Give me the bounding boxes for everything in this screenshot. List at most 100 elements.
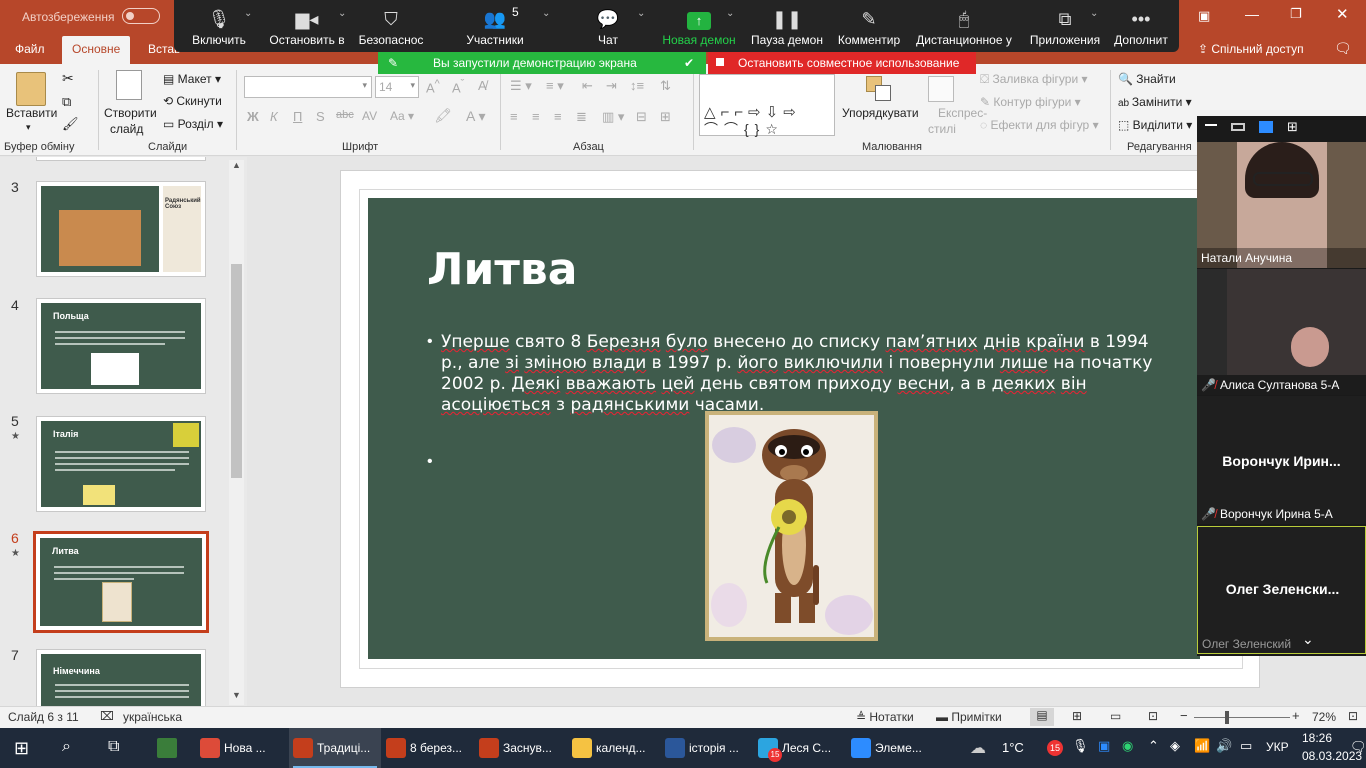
zoom-level[interactable]: 72% xyxy=(1312,710,1336,724)
grow-font-icon[interactable]: A^ xyxy=(426,78,440,95)
zoom-tray-icon[interactable]: ▣ xyxy=(1098,738,1110,754)
new-slide-button[interactable]: Створити xyxy=(104,106,157,120)
slide-sorter-icon[interactable]: ⊞ xyxy=(1072,709,1082,723)
line-spacing-icon[interactable]: ↕≡ xyxy=(630,78,644,93)
columns-icon[interactable]: ▥ ▾ xyxy=(602,109,624,125)
weather-temperature[interactable]: 1°C xyxy=(1002,740,1024,755)
arrange-button[interactable]: Упорядкувати xyxy=(842,106,919,120)
participants-button[interactable]: 👥 5 ⌄ Участники xyxy=(450,0,550,52)
layout-button[interactable]: ▤ Макет ▾ xyxy=(163,72,221,86)
minimize-icon[interactable] xyxy=(1205,124,1217,126)
clock-time[interactable]: 18:26 xyxy=(1302,731,1332,745)
copy-icon[interactable]: ⧉ xyxy=(62,94,71,110)
shape-outline-button[interactable]: ✎ Контур фігури ▾ xyxy=(980,95,1081,109)
underline-button[interactable]: П xyxy=(293,109,302,124)
shrink-font-icon[interactable]: Aˇ xyxy=(452,78,464,95)
section-button[interactable]: ▭ Розділ ▾ xyxy=(163,117,223,131)
zoom-slider-thumb[interactable] xyxy=(1225,711,1229,724)
cut-icon[interactable]: ✂ xyxy=(62,70,74,87)
restore-icon[interactable]: ❐ xyxy=(1290,6,1302,22)
minimize-icon[interactable]: — xyxy=(1245,6,1259,22)
thumbnail-slide-7[interactable]: Німеччина xyxy=(36,649,206,706)
comments-button[interactable]: ▬ Примітки xyxy=(936,710,1002,724)
chevron-down-icon[interactable]: ⌄ xyxy=(542,8,550,19)
thumbnails-scrollbar[interactable]: ▲ ▼ xyxy=(229,160,244,705)
sharing-banner[interactable]: ✎ Вы запустили демонстрацию экрана ✔ xyxy=(378,52,706,74)
participant-tile-active-speaker[interactable]: Олег Зеленски... Олег Зеленский ⌄ xyxy=(1197,526,1366,654)
windows-start-icon[interactable]: ⊞ xyxy=(14,738,29,759)
more-button[interactable]: ••• Дополнит xyxy=(1096,0,1186,52)
zoom-out-icon[interactable]: − xyxy=(1180,708,1188,723)
justify-icon[interactable]: ≣ xyxy=(576,109,587,125)
thumbnail-slide-3[interactable]: Радянський Союз xyxy=(36,181,206,277)
gallery-view-icon[interactable]: ⊞ xyxy=(1287,119,1298,135)
slide-title[interactable]: Литва xyxy=(427,244,577,295)
reset-button[interactable]: ⟲ Скинути xyxy=(163,94,222,108)
font-name-box[interactable]: ▾ xyxy=(244,76,372,98)
participant-tile[interactable]: Натали Анучина xyxy=(1197,142,1366,268)
notification-badge[interactable]: 15 xyxy=(1047,740,1063,756)
indent-icon[interactable]: ⇥ xyxy=(606,78,617,94)
taskbar-app-button[interactable]: Нова ... xyxy=(196,728,288,768)
battery-icon[interactable]: ▭ xyxy=(1240,738,1252,754)
share-button[interactable]: ⇪ Спільний доступ xyxy=(1198,42,1304,56)
accessibility-icon[interactable]: ⌧ xyxy=(100,709,114,723)
comments-icon[interactable]: 🗨 xyxy=(1334,40,1352,57)
fit-to-window-icon[interactable]: ⊡ xyxy=(1348,709,1358,723)
scroll-thumb[interactable] xyxy=(231,264,242,478)
taskbar-app-button[interactable]: календ... xyxy=(568,728,660,768)
ribbon-display-icon[interactable]: ▣ xyxy=(1198,8,1210,24)
zoom-in-icon[interactable]: + xyxy=(1292,708,1300,723)
thumbnail-slide-4[interactable]: Польща xyxy=(36,298,206,394)
paste-button[interactable]: Вставити xyxy=(6,106,57,120)
tray-app-icon[interactable]: ◈ xyxy=(1170,738,1180,754)
scroll-up-icon[interactable]: ▲ xyxy=(232,160,241,170)
shape-effects-button[interactable]: ◌ Ефекти для фігур ▾ xyxy=(980,118,1099,132)
paste-icon[interactable] xyxy=(16,72,46,106)
taskbar-app-button[interactable]: Элеме... xyxy=(847,728,939,768)
bullets-icon[interactable]: ☰ ▾ xyxy=(510,78,532,94)
shapes-gallery[interactable]: △⌐⌐⇨⇩⇨ ⌒⌒{}☆ xyxy=(699,74,835,137)
thumbnail-slide-6[interactable]: Литва xyxy=(33,531,209,633)
tab-file[interactable]: Файл xyxy=(15,42,45,56)
thumbnail-slide-5[interactable]: Італія xyxy=(36,416,206,512)
italic-button[interactable]: К xyxy=(270,109,278,124)
search-icon[interactable]: ⌕ xyxy=(62,738,71,756)
spacing-icon[interactable]: AV xyxy=(362,109,377,123)
notes-button[interactable]: ≜ Нотатки xyxy=(856,710,914,724)
taskbar-app-button[interactable]: Традиці... xyxy=(289,728,381,768)
chevron-down-icon[interactable]: ⌄ xyxy=(726,8,734,19)
remote-control-button[interactable]: 🖱 Дистанционное у xyxy=(912,0,1016,52)
participant-tile[interactable]: Ворончук Ирин... 🎤̸ Ворончук Ирина 5-А xyxy=(1197,396,1366,524)
new-share-button[interactable]: ↑ ⌄ Новая демон xyxy=(654,0,744,52)
chevron-down-icon[interactable]: ⌄ xyxy=(637,8,645,19)
font-size-box[interactable]: 14 ▾ xyxy=(375,76,419,98)
slide-body-text[interactable]: Уперше свято 8 Березня було внесено до с… xyxy=(441,332,1161,416)
annotate-button[interactable]: ✎ Комментир xyxy=(824,0,914,52)
numbering-icon[interactable]: ≡ ▾ xyxy=(546,78,564,94)
participant-tile[interactable]: 🎤̸ Алиса Султанова 5-А xyxy=(1197,269,1366,395)
arrange-icon[interactable] xyxy=(866,76,892,104)
align-right-icon[interactable]: ≡ xyxy=(554,109,562,124)
text-direction-icon[interactable]: ⇅ xyxy=(660,78,671,94)
unmute-button[interactable]: 🎙 ⌄ Включить xyxy=(174,0,264,52)
zoom-slider[interactable] xyxy=(1194,717,1290,718)
tray-app-icon[interactable]: ◉ xyxy=(1122,738,1133,754)
taskbar-app-button[interactable]: 8 берез... xyxy=(382,728,474,768)
normal-view-icon[interactable]: ▤ xyxy=(1030,708,1054,726)
select-button[interactable]: ⬚ Виділити ▾ xyxy=(1118,118,1192,132)
taskbar-app-button[interactable]: Заснув... xyxy=(475,728,567,768)
tray-expand-icon[interactable]: ⌃ xyxy=(1148,738,1159,754)
meerkat-picture[interactable] xyxy=(705,411,878,641)
new-slide-icon[interactable] xyxy=(116,70,142,100)
outdent-icon[interactable]: ⇤ xyxy=(582,78,593,94)
volume-icon[interactable]: 🔊 xyxy=(1216,738,1232,754)
microphone-tray-icon[interactable]: 🎙 xyxy=(1072,738,1089,754)
replace-button[interactable]: ab Замінити ▾ xyxy=(1118,95,1192,109)
tab-home[interactable]: Основне xyxy=(62,36,131,64)
align-text-icon[interactable]: ⊟ xyxy=(636,109,647,125)
reading-view-icon[interactable]: ▭ xyxy=(1110,709,1121,723)
pause-share-button[interactable]: ❚❚ Пауза демон xyxy=(742,0,832,52)
format-painter-icon[interactable]: 🖌 xyxy=(62,116,79,132)
find-button[interactable]: 🔍 Знайти xyxy=(1118,72,1176,86)
